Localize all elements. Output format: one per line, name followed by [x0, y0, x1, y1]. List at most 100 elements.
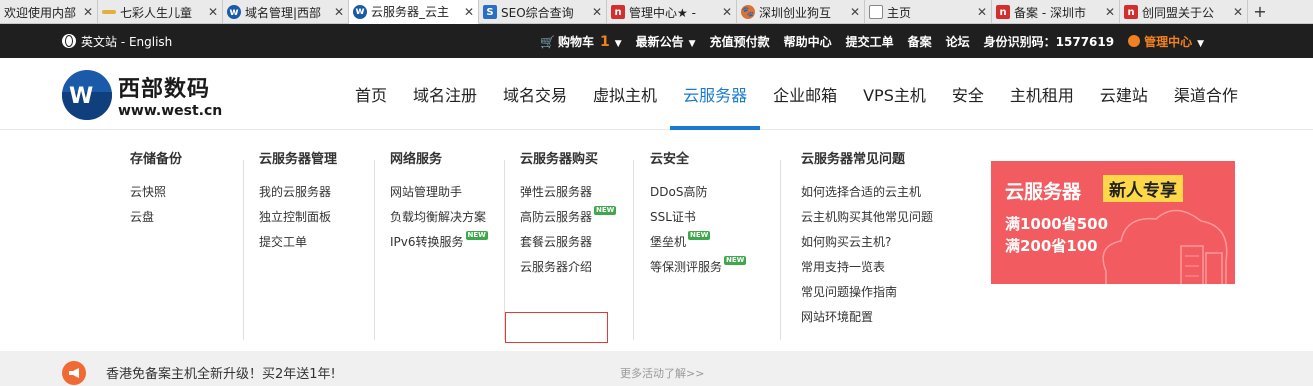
tab-title: SEO综合查询 — [501, 5, 574, 20]
nav-domain-trade[interactable]: 域名交易 — [490, 58, 580, 130]
menu-link[interactable]: 网站管理助手 — [390, 180, 488, 205]
page-favicon-icon — [869, 5, 883, 19]
browser-tab[interactable]: w 域名管理|西部 ✕ — [223, 0, 349, 24]
dash-favicon-icon — [102, 10, 116, 14]
nav-home[interactable]: 首页 — [342, 58, 400, 130]
manage-label: 管理中心 — [1144, 34, 1193, 49]
beian-link[interactable]: 备案 — [908, 33, 932, 50]
close-icon[interactable]: ✕ — [722, 5, 732, 19]
banner-offer-2: 满200省100 — [1005, 237, 1098, 255]
close-icon[interactable]: ✕ — [850, 5, 860, 19]
menu-link[interactable]: DDoS高防 — [650, 180, 746, 205]
menu-link[interactable]: 云盘 — [130, 205, 182, 230]
browser-tab[interactable]: 🐾 深圳创业狗互 ✕ — [737, 0, 865, 24]
browser-tab[interactable]: n 管理中心★ - ✕ — [607, 0, 737, 24]
divider — [633, 160, 634, 340]
new-user-promo-banner[interactable]: 云服务器 新人专享 满1000省500 满200省100 — [991, 161, 1235, 284]
nav-site-builder[interactable]: 云建站 — [1087, 58, 1161, 130]
menu-link[interactable]: 我的云服务器 — [259, 180, 337, 205]
browser-tab[interactable]: n 备案 - 深圳市 ✕ — [992, 0, 1120, 24]
menu-link[interactable]: 套餐云服务器 — [520, 230, 616, 255]
dog-favicon-icon: 🐾 — [741, 5, 755, 19]
chevron-down-icon: ▼ — [688, 38, 696, 49]
close-icon[interactable]: ✕ — [208, 5, 218, 19]
nav-vps[interactable]: VPS主机 — [850, 58, 939, 130]
browser-tab[interactable]: 七彩人生儿童 ✕ — [98, 0, 223, 24]
recharge-link[interactable]: 充值预付款 — [710, 33, 770, 50]
divider — [243, 160, 244, 340]
close-icon[interactable]: ✕ — [334, 5, 344, 19]
manage-center-dropdown[interactable]: 管理中心 ▼ — [1128, 33, 1204, 50]
west-favicon-icon: w — [353, 4, 367, 19]
menu-link[interactable]: 负载均衡解决方案 — [390, 205, 488, 230]
top-menu: 🛒 购物车 1 ▼ 最新公告 ▼ 充值预付款 帮助中心 提交工单 备案 论坛 身份识别码… — [540, 24, 1204, 58]
seo-favicon-icon: S — [483, 5, 497, 19]
promo-text[interactable]: 香港免备案主机全新升级！买2年送1年! — [106, 363, 336, 382]
menu-link[interactable]: IPv6转换服务 NEW — [390, 230, 488, 255]
menu-link[interactable]: SSL证书 — [650, 205, 746, 230]
cart-link[interactable]: 🛒 购物车 1 ▼ — [540, 33, 622, 50]
browser-tab[interactable]: 主页 ✕ — [865, 0, 992, 24]
logo-name: 西部数码 — [118, 77, 211, 102]
more-activities-link[interactable]: 更多活动了解>> — [620, 365, 704, 381]
close-icon[interactable]: ✕ — [83, 5, 93, 19]
close-icon[interactable]: ✕ — [1233, 5, 1243, 19]
n-favicon-icon: n — [996, 5, 1010, 19]
security-column: 云安全 DDoS高防 SSL证书 堡垒机 NEW 等保测评服务 NEW — [650, 152, 747, 280]
new-tab-button[interactable]: + — [1248, 0, 1272, 23]
site-logo[interactable]: W 西部数码 www.west.cn — [62, 70, 222, 120]
new-badge: NEW — [465, 231, 488, 240]
divider — [374, 160, 375, 340]
browser-tab[interactable]: n 创同盟关于公 ✕ — [1120, 0, 1248, 24]
menu-link[interactable]: 如何选择合适的云主机 — [801, 180, 933, 205]
promo-strip: 香港免备案主机全新升级！买2年送1年! 更多活动了解>> — [0, 351, 1313, 386]
close-icon[interactable]: ✕ — [977, 5, 987, 19]
nav-virtual-host[interactable]: 虚拟主机 — [580, 58, 670, 130]
column-title: 云服务器购买 — [520, 152, 599, 167]
new-badge: NEW — [688, 231, 711, 240]
menu-link[interactable]: 高防云服务器 NEW — [520, 205, 617, 230]
menu-link-elastic-cloud[interactable]: 弹性云服务器 — [520, 180, 616, 205]
nav-domain-register[interactable]: 域名注册 — [400, 58, 490, 130]
new-badge: NEW — [594, 206, 617, 215]
browser-tab[interactable]: S SEO综合查询 ✕ — [479, 0, 607, 24]
menu-link[interactable]: 常用支持一览表 — [801, 255, 933, 280]
nav-channel[interactable]: 渠道合作 — [1161, 58, 1251, 130]
cart-icon: 🛒 — [540, 34, 555, 49]
cloud-icon — [1102, 209, 1228, 284]
menu-link[interactable]: 云快照 — [130, 180, 182, 205]
menu-link[interactable]: 常见问题操作指南 — [801, 280, 933, 305]
menu-link[interactable]: 如何购买云主机? — [801, 230, 933, 255]
menu-link[interactable]: 云服务器介绍 — [520, 255, 616, 280]
menu-link[interactable]: 云主机购买其他常见问题 — [801, 205, 933, 230]
menu-link[interactable]: 提交工单 — [259, 230, 337, 255]
faq-column: 云服务器常见问题 如何选择合适的云主机 云主机购买其他常见问题 如何购买云主机?… — [801, 152, 933, 330]
nav-enterprise-mail[interactable]: 企业邮箱 — [760, 58, 850, 130]
nav-host-rental[interactable]: 主机租用 — [997, 58, 1087, 130]
english-site-link[interactable]: 英文站 - English — [62, 24, 172, 58]
close-icon[interactable]: ✕ — [464, 5, 474, 19]
chevron-down-icon: ▼ — [614, 38, 622, 49]
menu-link[interactable]: 独立控制面板 — [259, 205, 337, 230]
news-dropdown[interactable]: 最新公告 ▼ — [636, 33, 696, 50]
banner-offer-1: 满1000省500 — [1005, 215, 1109, 233]
buy-column: 云服务器购买 弹性云服务器 高防云服务器 NEW 套餐云服务器 云服务器介绍 — [520, 152, 617, 280]
nav-cloud-server[interactable]: 云服务器 — [670, 58, 761, 130]
browser-tab[interactable]: 欢迎使用内部 ✕ — [0, 0, 98, 24]
nav-security[interactable]: 安全 — [939, 58, 997, 130]
tab-title: 管理中心★ - — [629, 5, 696, 20]
site-header: W 西部数码 www.west.cn 首页 域名注册 域名交易 虚拟主机 云服务… — [0, 58, 1313, 130]
close-icon[interactable]: ✕ — [592, 5, 602, 19]
close-icon[interactable]: ✕ — [1105, 5, 1115, 19]
menu-link[interactable]: 等保测评服务 NEW — [650, 255, 747, 280]
new-badge: NEW — [724, 256, 747, 265]
globe-icon — [62, 34, 76, 48]
main-nav: 首页 域名注册 域名交易 虚拟主机 云服务器 企业邮箱 VPS主机 安全 主机租… — [342, 58, 1251, 130]
forum-link[interactable]: 论坛 — [946, 33, 970, 50]
menu-link[interactable]: 堡垒机 NEW — [650, 230, 746, 255]
browser-tab-active[interactable]: w 云服务器_云主 ✕ — [349, 0, 479, 24]
help-center-link[interactable]: 帮助中心 — [784, 33, 832, 50]
menu-link[interactable]: 网站环境配置 — [801, 305, 933, 330]
column-title: 存储备份 — [130, 152, 183, 167]
submit-ticket-link[interactable]: 提交工单 — [846, 33, 894, 50]
